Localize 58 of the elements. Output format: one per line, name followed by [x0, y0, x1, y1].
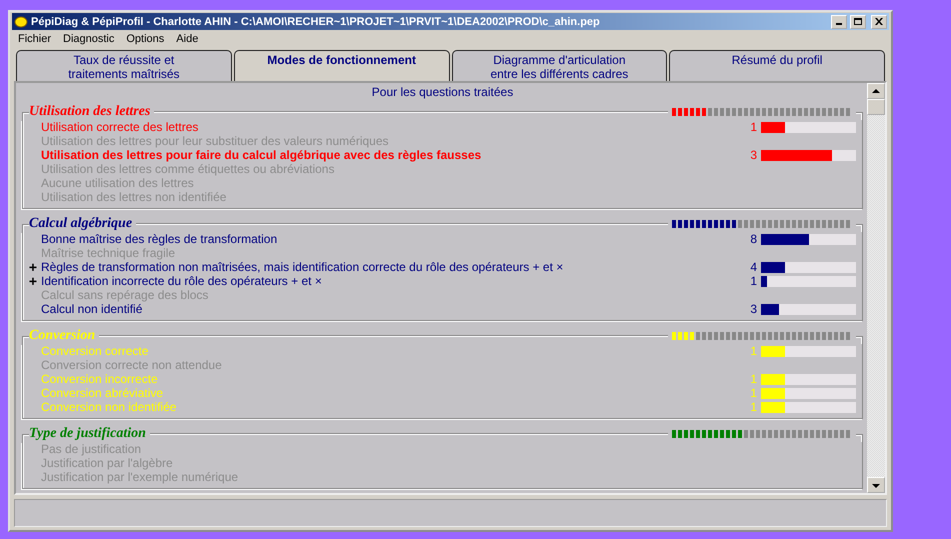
item-label: Bonne maîtrise des règles de transformation — [41, 232, 278, 246]
item-label: Pas de justification — [41, 442, 142, 456]
item-label: Utilisation des lettres pour faire du calcul algébrique avec des règles fausses — [41, 148, 482, 162]
item-label: Justification par l'algèbre — [41, 456, 174, 470]
section-title: Conversion — [29, 328, 96, 344]
section-title: Type de justification — [29, 426, 146, 442]
close-icon — [875, 18, 883, 25]
item-count: 1 — [749, 372, 757, 386]
item-label: Identification incorrecte du rôle des opérateurs + et × — [41, 274, 323, 288]
plus-marker: + — [28, 260, 37, 274]
panel-heading: Pour les questions traitées — [370, 85, 514, 99]
item-label: Calcul non identifié — [41, 302, 144, 316]
section-title: Utilisation des lettres — [29, 104, 150, 120]
item-label: Utilisation des lettres comme étiquettes ou abréviations — [41, 162, 336, 176]
plus-marker: + — [28, 274, 37, 288]
item-label: Utilisation des lettres non identifiée — [41, 190, 228, 204]
tab[interactable]: Résumé du profil — [669, 50, 885, 81]
app-icon — [14, 15, 28, 28]
maximize-button[interactable] — [850, 14, 866, 28]
item-count: 1 — [749, 344, 757, 358]
section-title: Calcul algébrique — [29, 216, 132, 232]
menu-item[interactable]: Options — [126, 33, 164, 45]
item-label: Justification par l'exemple numérique — [41, 470, 240, 484]
item-label: Aucune utilisation des lettres — [41, 176, 195, 190]
item-count: 1 — [749, 386, 757, 400]
item-count: 1 — [749, 274, 757, 288]
item-count: 3 — [749, 148, 757, 162]
up-arrow-icon — [872, 88, 880, 94]
item-label: Maîtrise technique fragile — [41, 246, 176, 260]
item-count: 3 — [749, 302, 757, 316]
tab[interactable]: Modes de fonctionnement — [234, 50, 450, 81]
menu-item[interactable]: Fichier — [18, 33, 52, 45]
item-count: 1 — [749, 120, 757, 134]
scroll-thumb[interactable] — [867, 99, 885, 115]
minimize-button[interactable] — [831, 14, 847, 28]
menu-item[interactable]: Diagnostic — [63, 33, 114, 45]
item-label: Utilisation correcte des lettres — [41, 120, 200, 134]
item-label: Conversion incorrecte — [41, 372, 159, 386]
down-arrow-icon — [872, 482, 880, 488]
item-label: Calcul sans repérage des blocs — [41, 288, 210, 302]
item-count: 8 — [749, 232, 757, 246]
scroll-up-button[interactable] — [867, 83, 885, 99]
scroll-down-button[interactable] — [867, 477, 885, 493]
item-count: 1 — [749, 400, 757, 414]
scrollbar[interactable] — [867, 83, 885, 493]
maximize-icon — [854, 18, 862, 25]
tab[interactable]: Taux de réussite et traitements maîtrisés — [16, 50, 232, 81]
item-label: Conversion correcte non attendue — [41, 358, 223, 372]
tab[interactable]: Diagramme d'articulation entre les différents cadres — [452, 50, 668, 81]
item-label: Règles de transformation non maîtrisées, mais identification correcte du rôle des opérateurs + et × — [41, 260, 564, 274]
item-label: Conversion abréviative — [41, 386, 164, 400]
item-label: Conversion correcte — [41, 344, 150, 358]
close-button[interactable] — [871, 14, 887, 28]
item-label: Conversion non identifiée — [41, 400, 178, 414]
window-title: PépiDiag & PépiProfil - Charlotte AHIN - C:\AMOI\RECHER~1\PROJET~1\PRVIT~1\DEA2002\PROD\c_ahin.pep — [31, 16, 601, 28]
menu-item[interactable]: Aide — [176, 33, 198, 45]
item-count: 4 — [749, 260, 757, 274]
item-label: Utilisation des lettres pour leur substituer des valeurs numériques — [41, 134, 390, 148]
